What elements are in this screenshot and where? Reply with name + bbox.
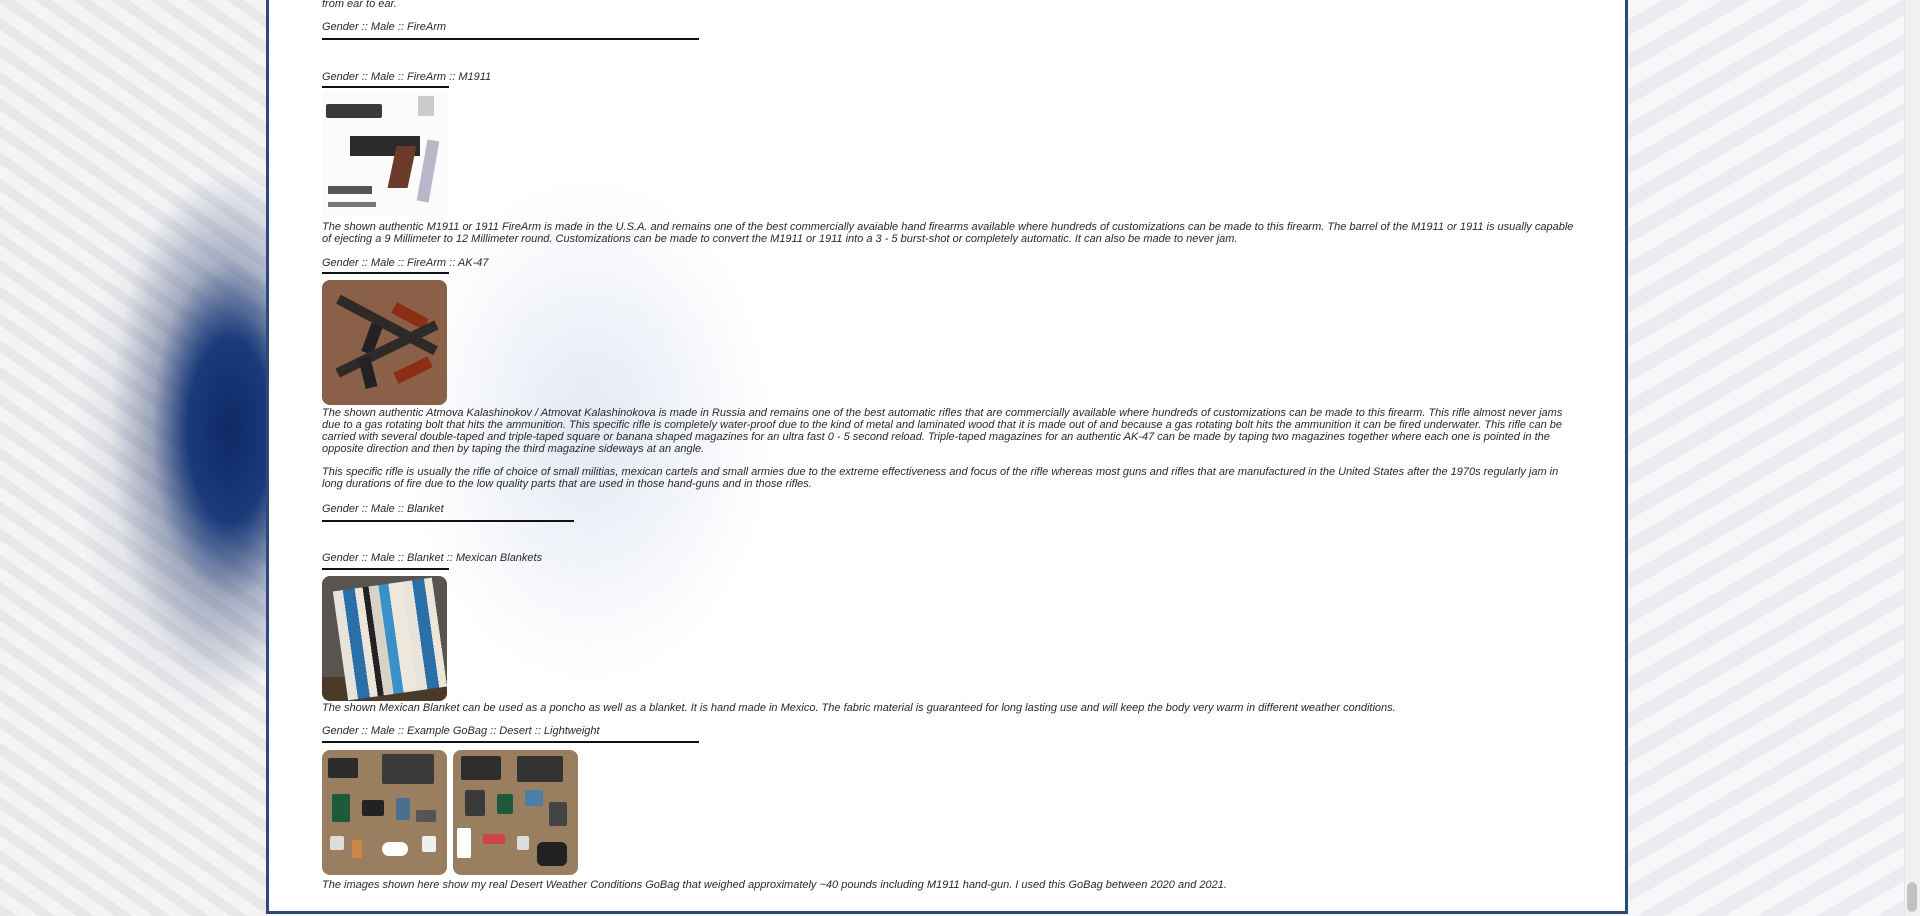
section-heading-m1911: Gender :: Male :: FireArm :: M1911 xyxy=(322,71,492,83)
m1911-image[interactable] xyxy=(322,90,447,216)
section-divider xyxy=(322,38,699,40)
m1911-description: The shown authentic M1911 or 1911 FireAr… xyxy=(322,221,1574,245)
text-fragment: from ear to ear. xyxy=(322,0,397,10)
section-heading-ak47: Gender :: Male :: FireArm :: AK-47 xyxy=(322,257,489,269)
background-right-decoration xyxy=(1628,0,1904,916)
section-heading-mexican-blankets: Gender :: Male :: Blanket :: Mexican Bla… xyxy=(322,552,543,564)
ak47-description: The shown authentic Atmova Kalashinokov … xyxy=(322,407,1563,455)
blanket-description: The shown Mexican Blanket can be used as… xyxy=(322,702,1396,714)
section-heading-firearm: Gender :: Male :: FireArm xyxy=(322,21,447,33)
ak47-description-2: This specific rifle is usually the rifle… xyxy=(322,466,1559,490)
section-divider xyxy=(322,520,574,522)
section-heading-blanket: Gender :: Male :: Blanket xyxy=(322,503,444,515)
scrollbar-thumb[interactable] xyxy=(1907,882,1917,912)
ak47-image[interactable] xyxy=(322,280,447,405)
section-divider xyxy=(322,741,699,743)
mexican-blanket-image[interactable] xyxy=(322,576,447,701)
gobag-image-2[interactable] xyxy=(453,750,578,875)
gobag-image-1[interactable] xyxy=(322,750,447,875)
heading-underline xyxy=(322,272,449,274)
gobag-description: The images shown here show my real Deser… xyxy=(322,879,1227,891)
vertical-scrollbar[interactable] xyxy=(1904,0,1920,916)
heading-underline xyxy=(322,86,449,88)
section-heading-gobag: Gender :: Male :: Example GoBag :: Deser… xyxy=(322,725,600,737)
heading-underline xyxy=(322,568,449,570)
background-left-decoration xyxy=(0,0,267,916)
